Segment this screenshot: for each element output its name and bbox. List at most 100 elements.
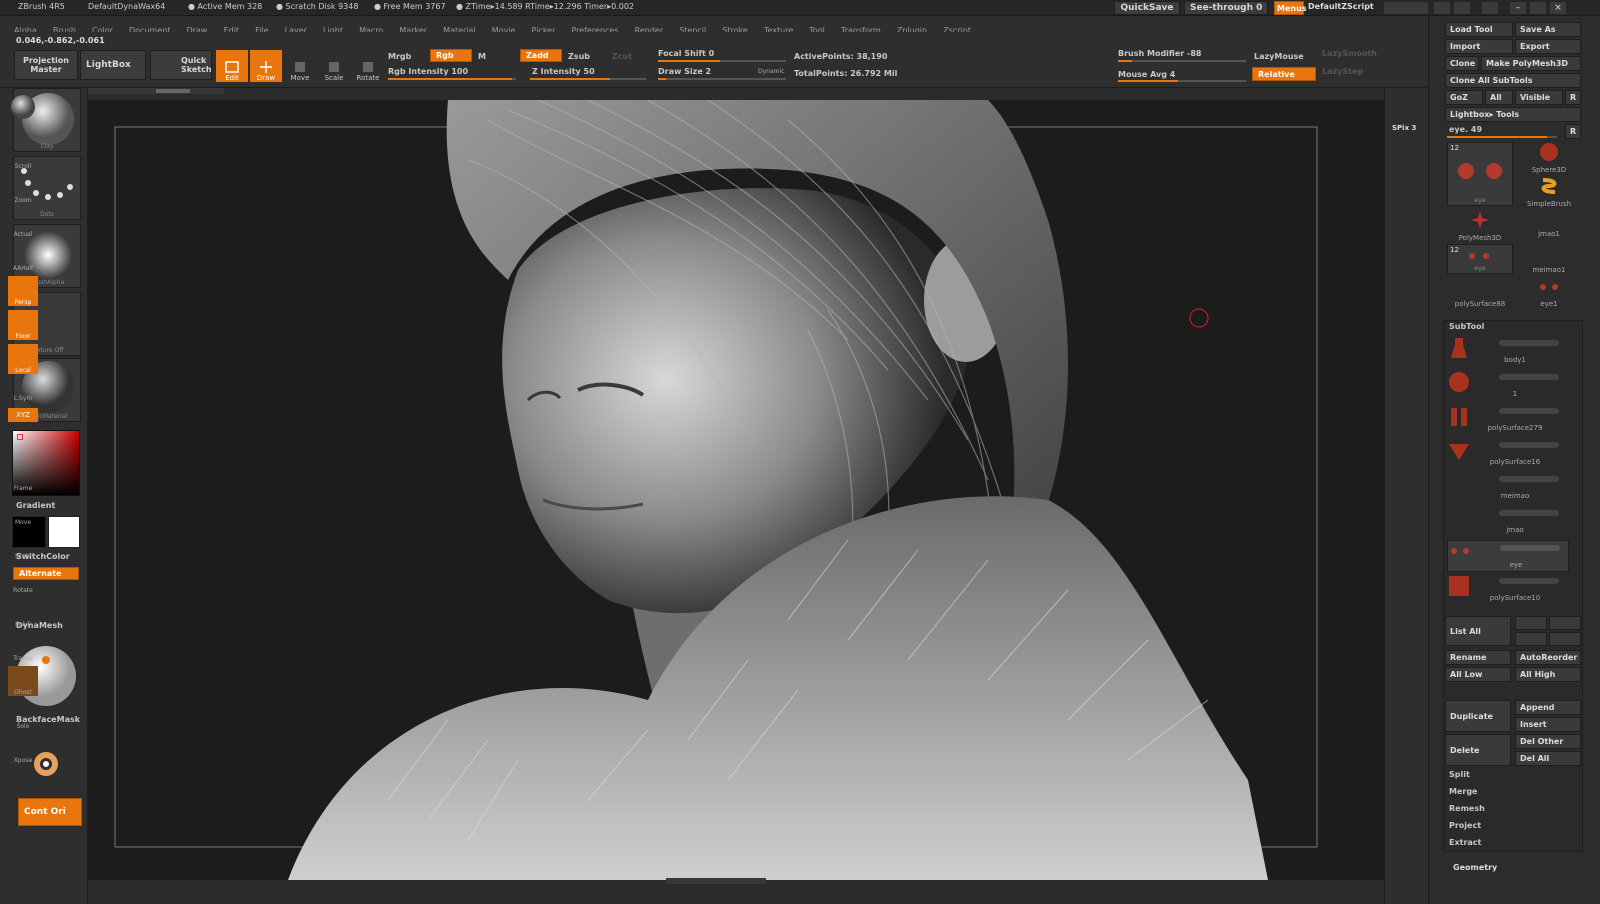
move-up-right-arrow-icon[interactable] xyxy=(1515,632,1547,646)
frame-button[interactable]: Frame xyxy=(8,462,38,492)
tool-thumb-eye1[interactable]: eye1 xyxy=(1519,278,1579,312)
window-toggle-icon[interactable] xyxy=(1454,2,1470,14)
eye-visibility-toggle[interactable] xyxy=(1500,545,1560,551)
delete-button[interactable]: Delete xyxy=(1445,734,1511,766)
quick-sketch-button[interactable]: Quick Sketch xyxy=(150,50,212,80)
layout-arrows-icon[interactable] xyxy=(1384,2,1428,14)
tool-r-button[interactable]: R xyxy=(1565,124,1581,139)
tool-thumb-eye[interactable]: 12 eye xyxy=(1447,142,1513,206)
subtool-item-eye[interactable]: eye xyxy=(1447,540,1569,572)
body1-visibility-toggle[interactable] xyxy=(1499,340,1559,346)
lightbox-tools-button[interactable]: Lightbox▸ Tools xyxy=(1445,107,1581,122)
goz-button[interactable]: GoZ xyxy=(1445,90,1483,105)
split-section[interactable]: Split xyxy=(1449,770,1470,779)
spix-slider[interactable]: SPix 3 xyxy=(1392,124,1416,132)
xpose-button[interactable]: Xpose xyxy=(8,734,38,764)
duplicate-button[interactable]: Duplicate xyxy=(1445,700,1511,732)
canvas-horizontal-scroll[interactable] xyxy=(88,88,224,94)
goz-r-button[interactable]: R xyxy=(1565,90,1581,105)
persp-toggle[interactable]: Persp xyxy=(8,276,38,306)
polysurface10-visibility-toggle[interactable] xyxy=(1499,578,1559,584)
canvas-bottom-handle[interactable] xyxy=(666,878,766,884)
see-through-slider[interactable]: See-through 0 xyxy=(1184,1,1268,15)
tool-thumb-jmao1[interactable]: jmao1 xyxy=(1519,210,1579,244)
lightbox-button[interactable]: LightBox xyxy=(80,50,146,80)
window-layout-icon[interactable] xyxy=(1434,2,1450,14)
floor-toggle[interactable]: Floor xyxy=(8,310,38,340)
rgb-intensity-slider[interactable]: Rgb Intensity 100 xyxy=(388,67,468,76)
all-high-button[interactable]: All High xyxy=(1515,667,1581,682)
tool-thumb-polysurface88[interactable]: polySurface88 xyxy=(1447,278,1513,312)
goz-visible-button[interactable]: Visible xyxy=(1515,90,1563,105)
transp-toggle[interactable]: Transp xyxy=(8,632,38,662)
xyz-toggle[interactable]: XYZ xyxy=(8,408,38,422)
scroll-button[interactable]: Scroll xyxy=(8,140,38,170)
subtool-item-polysurface279[interactable]: polySurface279 xyxy=(1447,404,1569,436)
list-all-button[interactable]: List All xyxy=(1445,616,1511,646)
import-button[interactable]: Import xyxy=(1445,39,1513,54)
brush-modifier-track[interactable] xyxy=(1118,60,1246,62)
draw-size-slider[interactable]: Draw Size 2 xyxy=(658,67,711,76)
subtool-item-meimao[interactable]: meimao xyxy=(1447,472,1569,504)
solo-toggle[interactable]: Solo xyxy=(8,700,38,730)
document-canvas[interactable] xyxy=(88,100,1384,880)
make-polymesh-button[interactable]: Make PolyMesh3D xyxy=(1481,56,1581,71)
mrgb-toggle[interactable]: Mrgb xyxy=(388,52,411,61)
tool-thumb-sphere3d[interactable]: Sphere3D xyxy=(1519,142,1579,176)
subtool-item-1[interactable]: 1 xyxy=(1447,370,1569,402)
draw-size-track[interactable] xyxy=(658,78,786,80)
z-intensity-slider[interactable]: Z Intensity 50 xyxy=(532,67,595,76)
clone-button[interactable]: Clone xyxy=(1445,56,1479,71)
meimao-visibility-toggle[interactable] xyxy=(1499,476,1559,482)
focal-shift-track[interactable] xyxy=(658,60,786,62)
local-toggle[interactable]: Local xyxy=(8,344,38,374)
rotate-mode-button[interactable]: Rotate xyxy=(352,50,384,82)
minimize-icon[interactable]: – xyxy=(1510,2,1526,14)
move-down-left-arrow-icon[interactable] xyxy=(1549,632,1581,646)
close-icon[interactable]: × xyxy=(1550,2,1566,14)
ghost-toggle[interactable]: Ghost xyxy=(8,666,38,696)
save-icon[interactable] xyxy=(1482,2,1498,14)
scale-mode-button[interactable]: Scale xyxy=(318,50,350,82)
rgb-intensity-track[interactable] xyxy=(388,78,516,80)
move-up-arrow-icon[interactable] xyxy=(1515,616,1547,630)
dynamic-toggle[interactable]: Dynamic xyxy=(758,68,784,75)
load-tool-button[interactable]: Load Tool xyxy=(1445,22,1513,37)
lazystep-slider[interactable]: LazyStep xyxy=(1322,67,1363,76)
zadd-toggle[interactable]: Zadd xyxy=(520,49,562,62)
rename-button[interactable]: Rename xyxy=(1445,650,1511,665)
move-mode-button[interactable]: Move xyxy=(284,50,316,82)
merge-section[interactable]: Merge xyxy=(1449,787,1477,796)
insert-button[interactable]: Insert xyxy=(1515,717,1581,732)
bpr-render-button[interactable] xyxy=(8,90,38,120)
polysurface16-visibility-toggle[interactable] xyxy=(1499,442,1559,448)
quicksave-button[interactable]: QuickSave xyxy=(1114,1,1180,15)
remesh-section[interactable]: Remesh xyxy=(1449,804,1485,813)
projection-master-button[interactable]: Projection Master xyxy=(14,50,78,80)
export-button[interactable]: Export xyxy=(1515,39,1581,54)
move-button[interactable]: Move xyxy=(8,496,38,526)
zcut-toggle[interactable]: Zcut xyxy=(612,52,632,61)
project-section[interactable]: Project xyxy=(1449,821,1481,830)
edit-mode-button[interactable]: Edit xyxy=(216,50,248,82)
current-tool-slider[interactable]: eye. 49 xyxy=(1449,125,1482,134)
lazymouse-toggle[interactable]: LazyMouse xyxy=(1254,52,1304,61)
jmao-visibility-toggle[interactable] xyxy=(1499,510,1559,516)
mouse-avg-slider[interactable]: Mouse Avg 4 xyxy=(1118,70,1175,79)
subtool-item-jmao[interactable]: jmao xyxy=(1447,506,1569,538)
scale-button[interactable]: Scale xyxy=(8,530,38,560)
rgb-toggle[interactable]: Rgb xyxy=(430,49,472,62)
extract-section[interactable]: Extract xyxy=(1449,838,1481,847)
focal-shift-slider[interactable]: Focal Shift 0 xyxy=(658,49,714,58)
tool-thumb-eye-2[interactable]: 12 eye xyxy=(1447,244,1513,274)
m-toggle[interactable]: M xyxy=(478,52,486,61)
z-intensity-track[interactable] xyxy=(530,78,646,80)
polyf-toggle[interactable]: PolyF xyxy=(8,598,38,628)
aahalf-button[interactable]: AAHalf xyxy=(8,242,38,272)
save-as-button[interactable]: Save As xyxy=(1515,22,1581,37)
actual-button[interactable]: Actual xyxy=(8,208,38,238)
del-all-button[interactable]: Del All xyxy=(1515,751,1581,766)
append-button[interactable]: Append xyxy=(1515,700,1581,715)
brush-modifier-slider[interactable]: Brush Modifier -88 xyxy=(1118,49,1201,58)
rotate-button[interactable]: Rotate xyxy=(8,564,38,594)
